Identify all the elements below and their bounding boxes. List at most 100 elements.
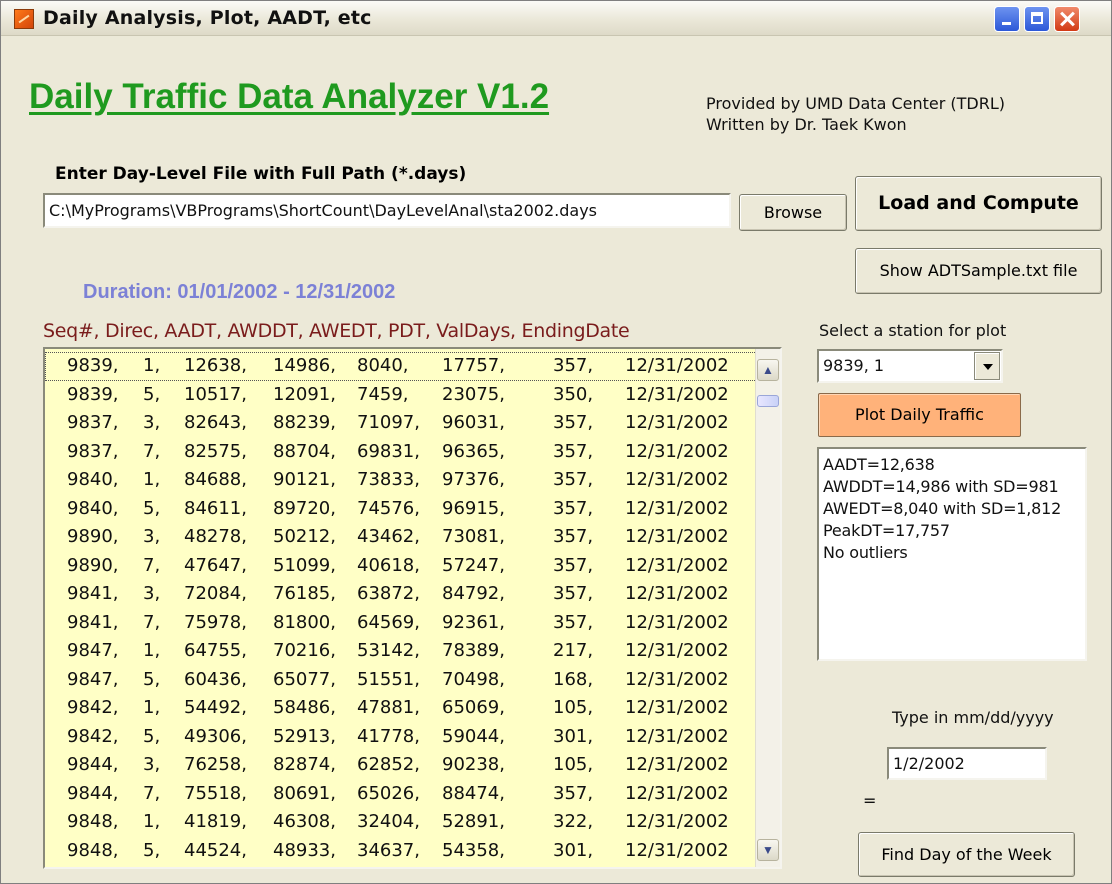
table-row[interactable]: 9841, 7, 75978, 81800, 64569, 92361, 357, 12/31… [45, 609, 757, 638]
table-row[interactable]: 9839, 5, 10517, 12091, 7459, 23075, 350, 12/31/… [45, 381, 757, 410]
table-cell: 357, [553, 583, 594, 604]
find-day-of-week-button[interactable]: Find Day of the Week [858, 832, 1075, 877]
table-row[interactable]: 9837, 3, 82643, 88239, 71097, 96031, 357, 12/31… [45, 409, 757, 438]
scroll-down-icon[interactable]: ▼ [757, 839, 779, 861]
table-cell: 63872, [357, 583, 420, 604]
station-select[interactable]: 9839, 1 [817, 349, 1003, 383]
table-cell: 52891, [442, 811, 505, 832]
table-cell: 72084, [184, 583, 247, 604]
table-cell: 12/31/2002 [625, 383, 729, 405]
table-cell: 357, [553, 440, 594, 462]
table-row[interactable]: 9890, 7, 47647, 51099, 40618, 57247, 357, 12/31… [45, 552, 757, 581]
table-cell: 12/31/2002 [625, 725, 729, 747]
table-cell: 3, [143, 526, 161, 547]
table-row[interactable]: 9844, 7, 75518, 80691, 65026, 88474, 357, 12/31… [45, 780, 757, 809]
table-cell: 90121, [273, 469, 336, 490]
table-cell: 357, [553, 554, 594, 576]
scroll-up-icon[interactable]: ▲ [757, 359, 779, 381]
file-path-input[interactable] [43, 193, 731, 228]
close-icon[interactable] [1054, 6, 1080, 32]
table-row[interactable]: 9847, 5, 60436, 65077, 51551, 70498, 168, 12/31… [45, 666, 757, 695]
table-cell: 65077, [273, 668, 336, 690]
chevron-down-icon[interactable] [974, 352, 1000, 380]
table-cell: 52913, [273, 725, 336, 747]
table-cell: 9890, [67, 526, 119, 547]
table-cell: 51099, [273, 554, 336, 576]
table-cell: 7, [143, 782, 161, 804]
station-list[interactable]: 9839, 1, 12638, 14986, 8040, 17757, 357, 12/31/… [43, 347, 782, 869]
table-cell: 9841, [67, 583, 119, 604]
table-row[interactable]: 9837, 7, 82575, 88704, 69831, 96365, 357, 12/31… [45, 438, 757, 467]
table-cell: 357, [553, 782, 594, 804]
table-cell: 84792, [442, 583, 505, 604]
plot-daily-traffic-button[interactable]: Plot Daily Traffic [818, 393, 1021, 437]
station-select-value: 9839, 1 [823, 356, 885, 375]
stats-output[interactable]: AADT=12,638 AWDDT=14,986 with SD=981 AWEDT… [817, 447, 1087, 661]
table-cell: 12/31/2002 [625, 583, 729, 604]
table-cell: 9837, [67, 440, 119, 462]
table-cell: 92361, [442, 611, 505, 633]
app-title: Daily Traffic Data Analyzer V1.2 [29, 77, 550, 116]
table-cell: 12/31/2002 [625, 668, 729, 690]
table-cell: 40618, [357, 554, 420, 576]
table-cell: 88704, [273, 440, 336, 462]
table-row[interactable]: 9839, 1, 12638, 14986, 8040, 17757, 357, 12/31/… [45, 352, 757, 381]
table-cell: 9847, [67, 668, 119, 690]
table-cell: 168, [553, 668, 594, 690]
table-cell: 357, [553, 611, 594, 633]
credit-author: Written by Dr. Taek Kwon [706, 115, 907, 134]
table-cell: 84611, [184, 497, 247, 519]
table-cell: 46308, [273, 811, 336, 832]
show-sample-file-button[interactable]: Show ADTSample.txt file [855, 248, 1102, 294]
weekday-result: = [863, 791, 877, 810]
stat-line: AWEDT=8,040 with SD=1,812 [823, 499, 1062, 518]
table-cell: 9842, [67, 697, 119, 718]
table-cell: 9847, [67, 640, 119, 661]
table-cell: 62852, [357, 754, 420, 775]
table-cell: 57247, [442, 554, 505, 576]
table-cell: 105, [553, 697, 594, 718]
station-list-rows: 9839, 1, 12638, 14986, 8040, 17757, 357, 12/31/… [45, 352, 757, 865]
table-cell: 84688, [184, 469, 247, 490]
table-cell: 7, [143, 611, 161, 633]
minimize-icon[interactable] [994, 6, 1020, 32]
table-row[interactable]: 9848, 1, 41819, 46308, 32404, 52891, 322, 12/31… [45, 808, 757, 837]
table-row[interactable]: 9890, 3, 48278, 50212, 43462, 73081, 357, 12/31… [45, 523, 757, 552]
table-row[interactable]: 9840, 1, 84688, 90121, 73833, 97376, 357, 12/31… [45, 466, 757, 495]
table-cell: 1, [143, 811, 161, 832]
table-cell: 74576, [357, 497, 420, 519]
table-row[interactable]: 9842, 5, 49306, 52913, 41778, 59044, 301, 12/31… [45, 723, 757, 752]
scroll-thumb[interactable] [757, 395, 779, 408]
table-cell: 9848, [67, 839, 119, 861]
maximize-icon[interactable] [1024, 6, 1050, 32]
table-cell: 12/31/2002 [625, 526, 729, 547]
table-cell: 70498, [442, 668, 505, 690]
table-row[interactable]: 9841, 3, 72084, 76185, 63872, 84792, 357, 12/31… [45, 580, 757, 609]
vertical-scrollbar[interactable]: ▲ ▼ [755, 349, 780, 867]
table-row[interactable]: 9840, 5, 84611, 89720, 74576, 96915, 357, 12/31… [45, 495, 757, 524]
table-cell: 9844, [67, 782, 119, 804]
table-row[interactable]: 9847, 1, 64755, 70216, 53142, 78389, 217, 12/31… [45, 637, 757, 666]
table-cell: 9837, [67, 412, 119, 433]
table-cell: 54358, [442, 839, 505, 861]
table-cell: 50212, [273, 526, 336, 547]
table-cell: 12/31/2002 [625, 554, 729, 576]
table-row[interactable]: 9842, 1, 54492, 58486, 47881, 65069, 105, 12/31… [45, 694, 757, 723]
table-row[interactable]: 9844, 3, 76258, 82874, 62852, 90238, 105, 12/31… [45, 751, 757, 780]
table-cell: 75978, [184, 611, 247, 633]
table-cell: 350, [553, 383, 594, 405]
station-select-label: Select a station for plot [819, 321, 1007, 340]
load-and-compute-button[interactable]: Load and Compute [855, 176, 1102, 231]
table-cell: 12/31/2002 [625, 355, 729, 376]
table-cell: 58486, [273, 697, 336, 718]
table-cell: 64755, [184, 640, 247, 661]
table-cell: 12/31/2002 [625, 440, 729, 462]
browse-button[interactable]: Browse [739, 194, 847, 231]
table-cell: 47647, [184, 554, 247, 576]
title-bar[interactable]: Daily Analysis, Plot, AADT, etc [1, 1, 1111, 36]
table-row[interactable]: 9848, 5, 44524, 48933, 34637, 54358, 301, 12/31… [45, 837, 757, 866]
date-input[interactable] [887, 747, 1047, 780]
table-cell: 82575, [184, 440, 247, 462]
app-icon[interactable] [14, 9, 34, 29]
table-cell: 357, [553, 355, 594, 376]
